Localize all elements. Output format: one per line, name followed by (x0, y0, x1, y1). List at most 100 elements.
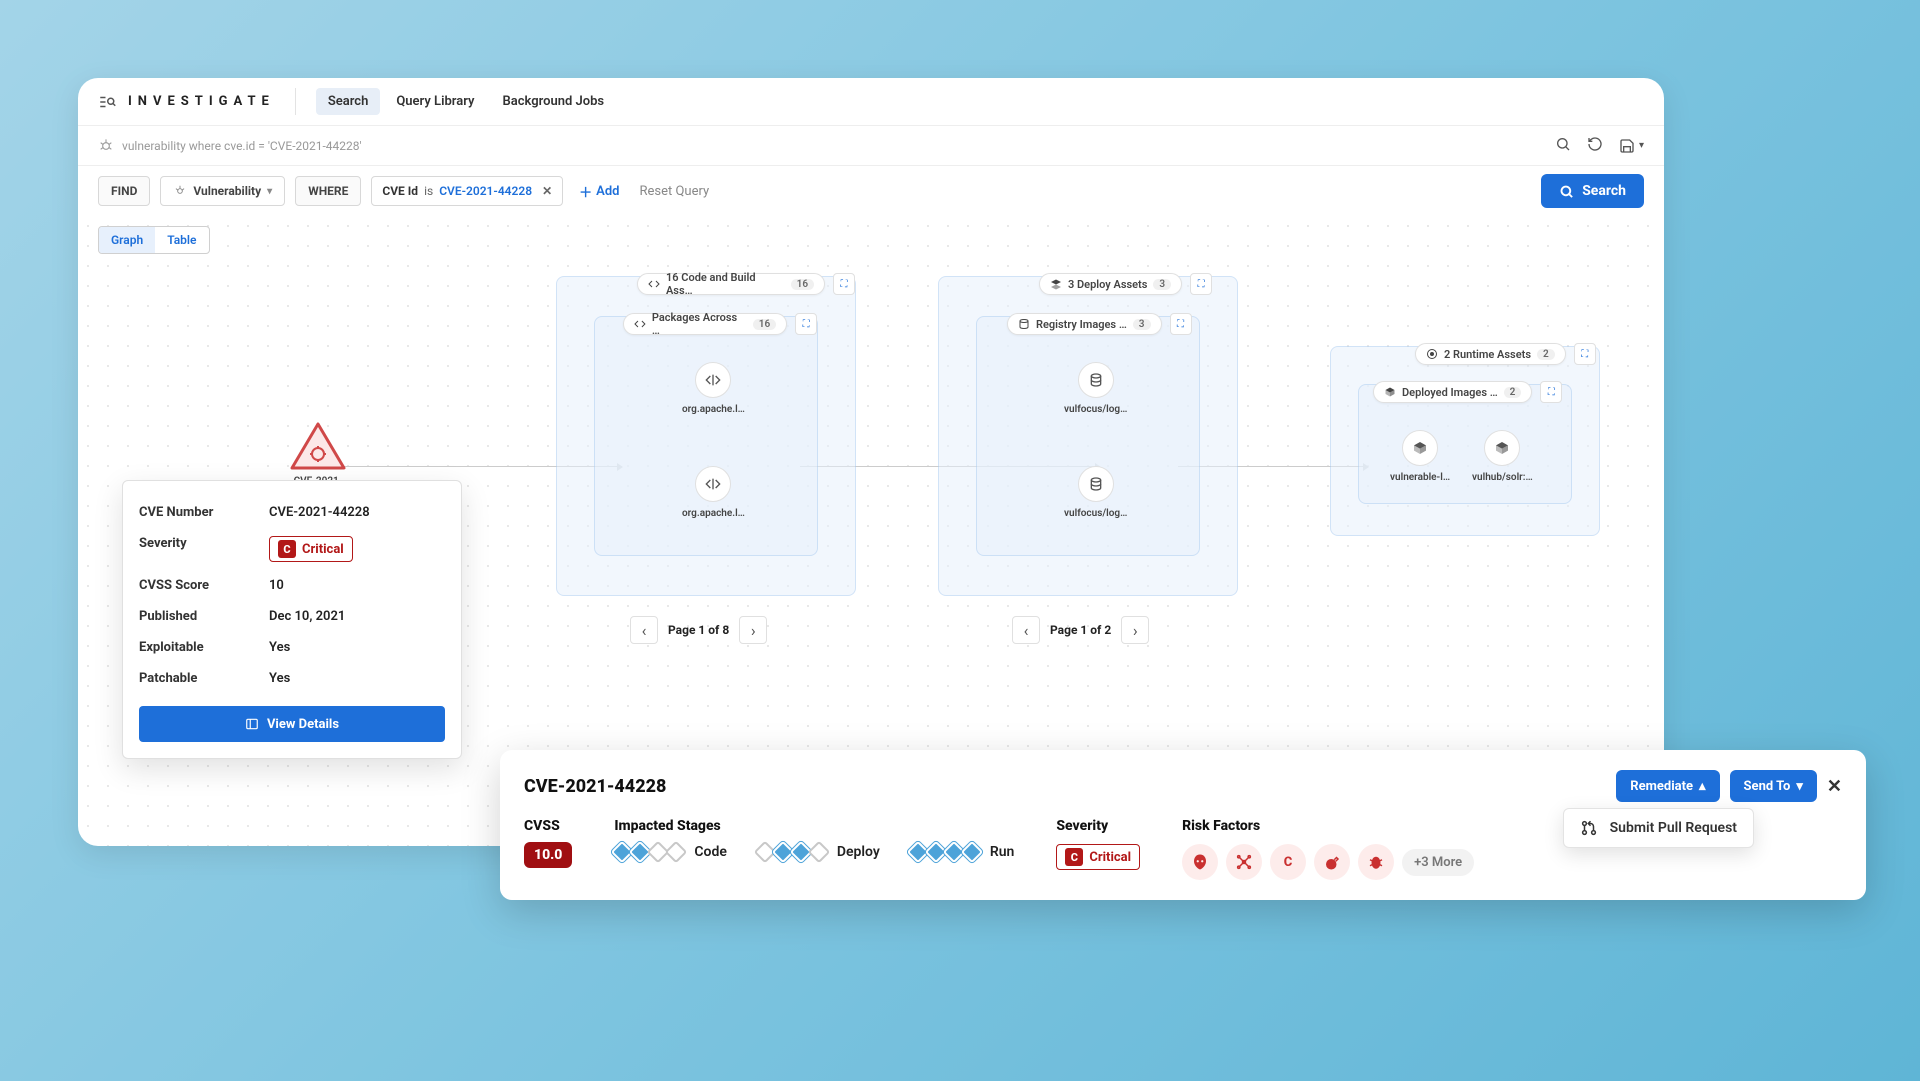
query-bar: vulnerability where cve.id = 'CVE-2021-4… (78, 126, 1664, 166)
panel-icon (245, 717, 259, 731)
bottom-panel: CVE-2021-44228 Remediate ▴ Send To ▾ ✕ S… (500, 750, 1866, 900)
risk-critical-icon[interactable]: C (1270, 844, 1306, 880)
where-label: WHERE (295, 176, 361, 206)
box-icon (1412, 440, 1428, 456)
detail-cve-value: CVE-2021-44228 (269, 505, 370, 520)
registry-icon (1018, 318, 1030, 330)
code-icon (634, 318, 646, 330)
nav-query-library[interactable]: Query Library (384, 88, 486, 115)
plus-icon: ＋ (579, 182, 592, 201)
next-page-button[interactable]: › (1121, 616, 1149, 644)
cvss-label: CVSS (524, 818, 572, 834)
risk-more-badge[interactable]: +3 More (1402, 849, 1474, 876)
chevron-up-icon: ▴ (1699, 779, 1706, 794)
group-registry: Registry Images …3 ⛶ (976, 316, 1200, 556)
code-pager: ‹ Page 1 of 8 › (630, 616, 767, 644)
detail-patchable-value: Yes (269, 671, 290, 686)
view-details-button[interactable]: View Details (139, 706, 445, 742)
topbar: INVESTIGATE Search Query Library Backgro… (78, 78, 1664, 126)
brand-title: INVESTIGATE (128, 94, 275, 109)
nav-search[interactable]: Search (316, 88, 381, 115)
registry-header[interactable]: Registry Images …3 (1007, 313, 1162, 335)
investigate-icon (98, 93, 116, 111)
view-tabs: Graph Table (98, 226, 210, 254)
code-icon (705, 476, 721, 492)
image-node[interactable]: vulfocus/log… (1064, 466, 1127, 519)
risk-bug-icon[interactable] (1358, 844, 1394, 880)
cvss-badge: 10.0 (524, 842, 572, 868)
impacted-stages-label: Impacted Stages (614, 818, 1014, 834)
code-group-header[interactable]: 16 Code and Build Ass…16 (637, 273, 825, 295)
runtime-group-header[interactable]: 2 Runtime Assets2 (1415, 343, 1566, 365)
pager-text: Page 1 of 8 (668, 623, 729, 637)
pager-text: Page 1 of 2 (1050, 623, 1111, 637)
risk-alien-icon[interactable] (1182, 844, 1218, 880)
main-window: INVESTIGATE Search Query Library Backgro… (78, 78, 1664, 846)
remove-filter-icon[interactable]: ✕ (542, 184, 552, 198)
add-filter-button[interactable]: ＋Add (579, 182, 619, 201)
package-node[interactable]: org.apache.l… (682, 466, 745, 519)
detail-patchable-label: Patchable (139, 671, 269, 686)
detail-card: CVE NumberCVE-2021-44228 SeverityCCritic… (122, 480, 462, 759)
expand-icon[interactable]: ⛶ (833, 273, 855, 295)
box-icon (1384, 386, 1396, 398)
severity-label: Severity (1056, 818, 1140, 834)
pull-request-icon (1580, 819, 1598, 837)
expand-icon[interactable]: ⛶ (1540, 381, 1562, 403)
deployed-images-header[interactable]: Deployed Images …2 (1373, 381, 1532, 403)
nav-background-jobs[interactable]: Background Jobs (490, 88, 616, 115)
search-icon[interactable] (1555, 136, 1571, 156)
send-to-button[interactable]: Send To ▾ (1730, 770, 1817, 802)
warning-triangle-icon (288, 420, 348, 472)
code-icon (705, 372, 721, 388)
panel-title: CVE-2021-44228 (524, 776, 1616, 797)
package-node[interactable]: org.apache.l… (682, 362, 745, 415)
expand-icon[interactable]: ⛶ (1574, 343, 1596, 365)
query-text[interactable]: vulnerability where cve.id = 'CVE-2021-4… (122, 139, 1555, 153)
prev-page-button[interactable]: ‹ (1012, 616, 1040, 644)
code-icon (648, 278, 660, 290)
severity-badge: CCritical (1056, 844, 1140, 870)
filter-value: CVE-2021-44228 (439, 184, 532, 198)
stage-code: Code (614, 844, 727, 860)
search-button[interactable]: Search (1541, 174, 1644, 208)
deployed-node[interactable]: vulhub/solr:… (1472, 430, 1533, 483)
undo-icon[interactable] (1587, 136, 1603, 156)
layers-icon (1050, 278, 1062, 290)
risk-bomb-icon[interactable] (1314, 844, 1350, 880)
remediate-button[interactable]: Remediate ▴ (1616, 770, 1719, 802)
database-icon (1088, 372, 1104, 388)
group-packages: Packages Across …16 ⛶ (594, 316, 818, 556)
box-icon (1494, 440, 1510, 456)
detail-cvss-label: CVSS Score (139, 578, 269, 593)
remediate-popup[interactable]: Submit Pull Request (1563, 808, 1754, 848)
filter-chip-cve[interactable]: CVE Id is CVE-2021-44228 ✕ (371, 176, 563, 206)
stage-run: Run (910, 844, 1015, 860)
reset-query-link[interactable]: Reset Query (640, 184, 710, 199)
deployed-node[interactable]: vulnerable-l… (1390, 430, 1450, 483)
risk-network-icon[interactable] (1226, 844, 1262, 880)
close-panel-icon[interactable]: ✕ (1827, 776, 1842, 797)
database-icon (1088, 476, 1104, 492)
tab-table[interactable]: Table (155, 227, 208, 253)
prev-page-button[interactable]: ‹ (630, 616, 658, 644)
expand-icon[interactable]: ⛶ (1190, 273, 1212, 295)
expand-icon[interactable]: ⛶ (795, 313, 817, 335)
detail-published-label: Published (139, 609, 269, 624)
find-label: FIND (98, 176, 150, 206)
filter-bar: FIND Vulnerability ▾ WHERE CVE Id is CVE… (78, 166, 1664, 216)
next-page-button[interactable]: › (739, 616, 767, 644)
filter-op: is (424, 184, 433, 198)
image-node[interactable]: vulfocus/log… (1064, 362, 1127, 415)
runtime-icon (1426, 348, 1438, 360)
tab-graph[interactable]: Graph (99, 227, 155, 253)
deploy-group-header[interactable]: 3 Deploy Assets3 (1039, 273, 1182, 295)
expand-icon[interactable]: ⛶ (1170, 313, 1192, 335)
save-dropdown[interactable]: ▾ (1619, 138, 1644, 154)
packages-header[interactable]: Packages Across …16 (623, 313, 787, 335)
risk-factors-label: Risk Factors (1182, 818, 1474, 834)
deploy-pager: ‹ Page 1 of 2 › (1012, 616, 1149, 644)
type-selector[interactable]: Vulnerability ▾ (160, 176, 285, 206)
detail-exploitable-value: Yes (269, 640, 290, 655)
detail-exploitable-label: Exploitable (139, 640, 269, 655)
